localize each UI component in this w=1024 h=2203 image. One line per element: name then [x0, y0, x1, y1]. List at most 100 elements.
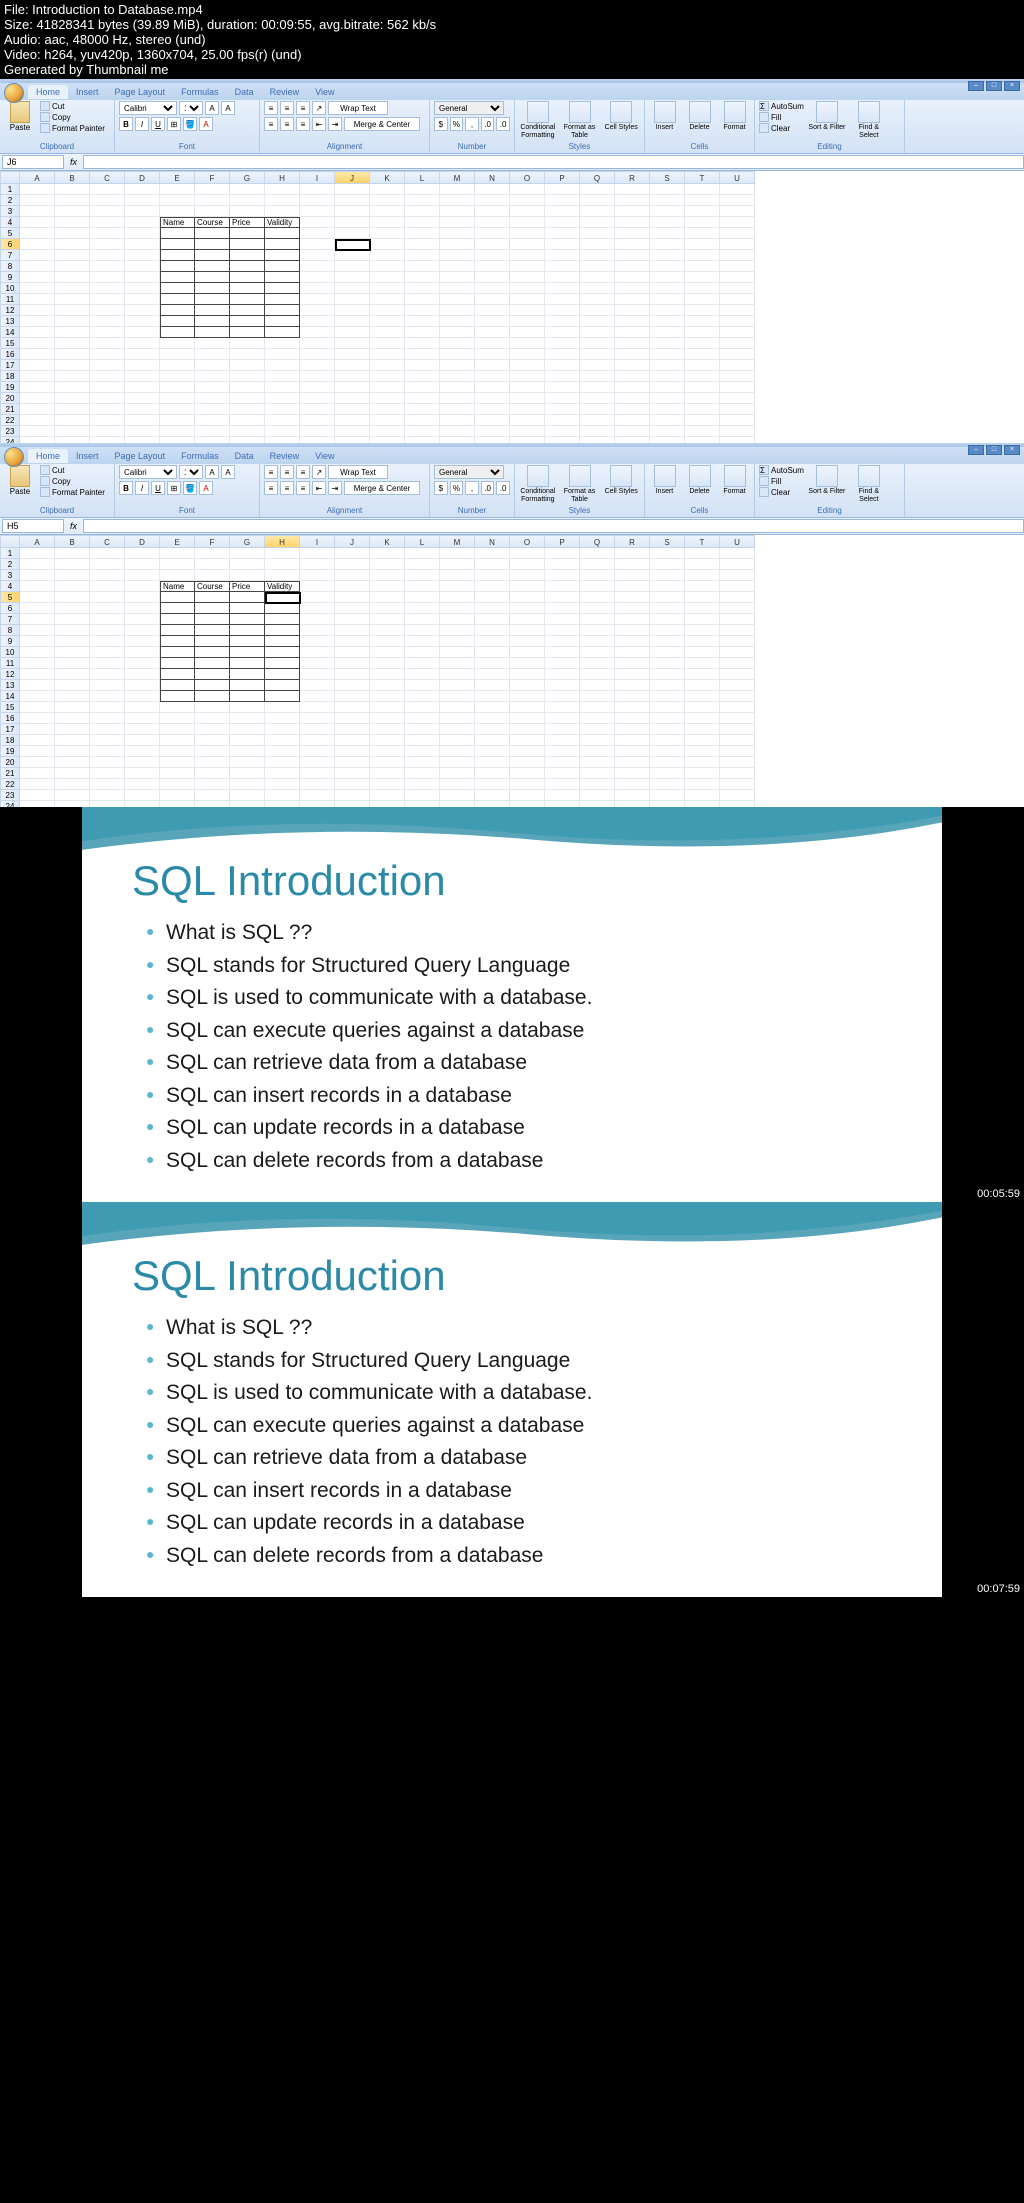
row-23[interactable]: 23 [0, 790, 20, 801]
close-button[interactable]: × [1004, 81, 1020, 91]
align-bot-button[interactable]: ≡ [296, 101, 310, 115]
shrink-font-button[interactable]: A [221, 101, 235, 115]
row-9[interactable]: 9 [0, 636, 20, 647]
row-8[interactable]: 8 [0, 625, 20, 636]
percent-button[interactable]: % [450, 117, 464, 131]
delete-cells-button[interactable]: Delete [684, 101, 715, 141]
row-14[interactable]: 14 [0, 327, 20, 338]
col-L[interactable]: L [405, 171, 440, 184]
col-B[interactable]: B [55, 171, 90, 184]
maximize-button[interactable]: □ [986, 445, 1002, 455]
cut-button[interactable]: Cut [40, 465, 105, 475]
col-Q[interactable]: Q [580, 171, 615, 184]
copy-button[interactable]: Copy [40, 476, 105, 486]
row-20[interactable]: 20 [0, 393, 20, 404]
row-13[interactable]: 13 [0, 680, 20, 691]
indent-dec-button[interactable]: ⇤ [312, 117, 326, 131]
row-20[interactable]: 20 [0, 757, 20, 768]
sort-filter-button[interactable]: Sort & Filter [808, 101, 846, 141]
tab-view[interactable]: View [307, 449, 342, 463]
row-2[interactable]: 2 [0, 195, 20, 206]
row-10[interactable]: 10 [0, 647, 20, 658]
align-center-button[interactable]: ≡ [280, 117, 294, 131]
col-U[interactable]: U [720, 171, 755, 184]
row-19[interactable]: 19 [0, 382, 20, 393]
row-2[interactable]: 2 [0, 559, 20, 570]
row-12[interactable]: 12 [0, 305, 20, 316]
row-17[interactable]: 17 [0, 724, 20, 735]
fill-color-button[interactable]: 🪣 [183, 117, 197, 131]
indent-inc-button[interactable]: ⇥ [328, 117, 342, 131]
wrap-text-button[interactable]: Wrap Text [328, 101, 388, 115]
col-I[interactable]: I [300, 171, 335, 184]
grow-font-button[interactable]: A [205, 101, 219, 115]
font-color-button[interactable]: A [199, 117, 213, 131]
row-5[interactable]: 5 [0, 228, 20, 239]
row-9[interactable]: 9 [0, 272, 20, 283]
tab-formulas[interactable]: Formulas [173, 85, 227, 99]
cell-styles-button[interactable]: Cell Styles [602, 101, 640, 141]
cut-button[interactable]: Cut [40, 101, 105, 111]
italic-button[interactable]: I [135, 117, 149, 131]
row-5[interactable]: 5 [0, 592, 20, 603]
autosum-button[interactable]: ΣAutoSum [759, 101, 804, 111]
row-3[interactable]: 3 [0, 206, 20, 217]
col-S[interactable]: S [650, 171, 685, 184]
row-8[interactable]: 8 [0, 261, 20, 272]
row-4[interactable]: 4 [0, 581, 20, 592]
row-21[interactable]: 21 [0, 768, 20, 779]
fill-button[interactable]: Fill [759, 112, 804, 122]
paste-button[interactable]: Paste [4, 101, 36, 141]
tab-data[interactable]: Data [227, 449, 262, 463]
font-name-select[interactable]: Calibri [119, 465, 177, 479]
underline-button[interactable]: U [151, 117, 165, 131]
dec-decimal-button[interactable]: .0 [496, 117, 510, 131]
row-7[interactable]: 7 [0, 614, 20, 625]
row-17[interactable]: 17 [0, 360, 20, 371]
active-cell[interactable] [335, 239, 371, 251]
col-D[interactable]: D [125, 171, 160, 184]
row-21[interactable]: 21 [0, 404, 20, 415]
row-6[interactable]: 6 [0, 239, 20, 250]
bold-button[interactable]: B [119, 117, 133, 131]
format-as-table-button[interactable]: Format as Table [561, 101, 599, 141]
row-15[interactable]: 15 [0, 702, 20, 713]
row-15[interactable]: 15 [0, 338, 20, 349]
row-1[interactable]: 1 [0, 548, 20, 559]
col-C[interactable]: C [90, 171, 125, 184]
office-button[interactable] [4, 83, 24, 103]
col-H[interactable]: H [265, 171, 300, 184]
row-16[interactable]: 16 [0, 349, 20, 360]
col-T[interactable]: T [685, 171, 720, 184]
paste-button[interactable]: Paste [4, 465, 36, 505]
col-K[interactable]: K [370, 171, 405, 184]
col-R[interactable]: R [615, 171, 650, 184]
tab-review[interactable]: Review [262, 85, 308, 99]
copy-button[interactable]: Copy [40, 112, 105, 122]
row-23[interactable]: 23 [0, 426, 20, 437]
align-left-button[interactable]: ≡ [264, 117, 278, 131]
number-format-select[interactable]: General [434, 465, 504, 479]
row-11[interactable]: 11 [0, 294, 20, 305]
row-18[interactable]: 18 [0, 735, 20, 746]
row-22[interactable]: 22 [0, 415, 20, 426]
row-14[interactable]: 14 [0, 691, 20, 702]
row-22[interactable]: 22 [0, 779, 20, 790]
clear-button[interactable]: Clear [759, 123, 804, 133]
format-painter-button[interactable]: Format Painter [40, 487, 105, 497]
col-N[interactable]: N [475, 171, 510, 184]
font-size-select[interactable]: 11 [179, 465, 203, 479]
tab-formulas[interactable]: Formulas [173, 449, 227, 463]
row-16[interactable]: 16 [0, 713, 20, 724]
format-painter-button[interactable]: Format Painter [40, 123, 105, 133]
select-all-corner[interactable] [0, 535, 20, 548]
formula-bar[interactable] [83, 155, 1024, 169]
col-J[interactable]: J [335, 171, 370, 184]
tab-insert[interactable]: Insert [68, 449, 107, 463]
tab-insert[interactable]: Insert [68, 85, 107, 99]
formula-bar[interactable] [83, 519, 1024, 533]
merge-center-button[interactable]: Merge & Center [344, 117, 420, 131]
row-18[interactable]: 18 [0, 371, 20, 382]
name-box[interactable] [2, 155, 64, 169]
row-1[interactable]: 1 [0, 184, 20, 195]
